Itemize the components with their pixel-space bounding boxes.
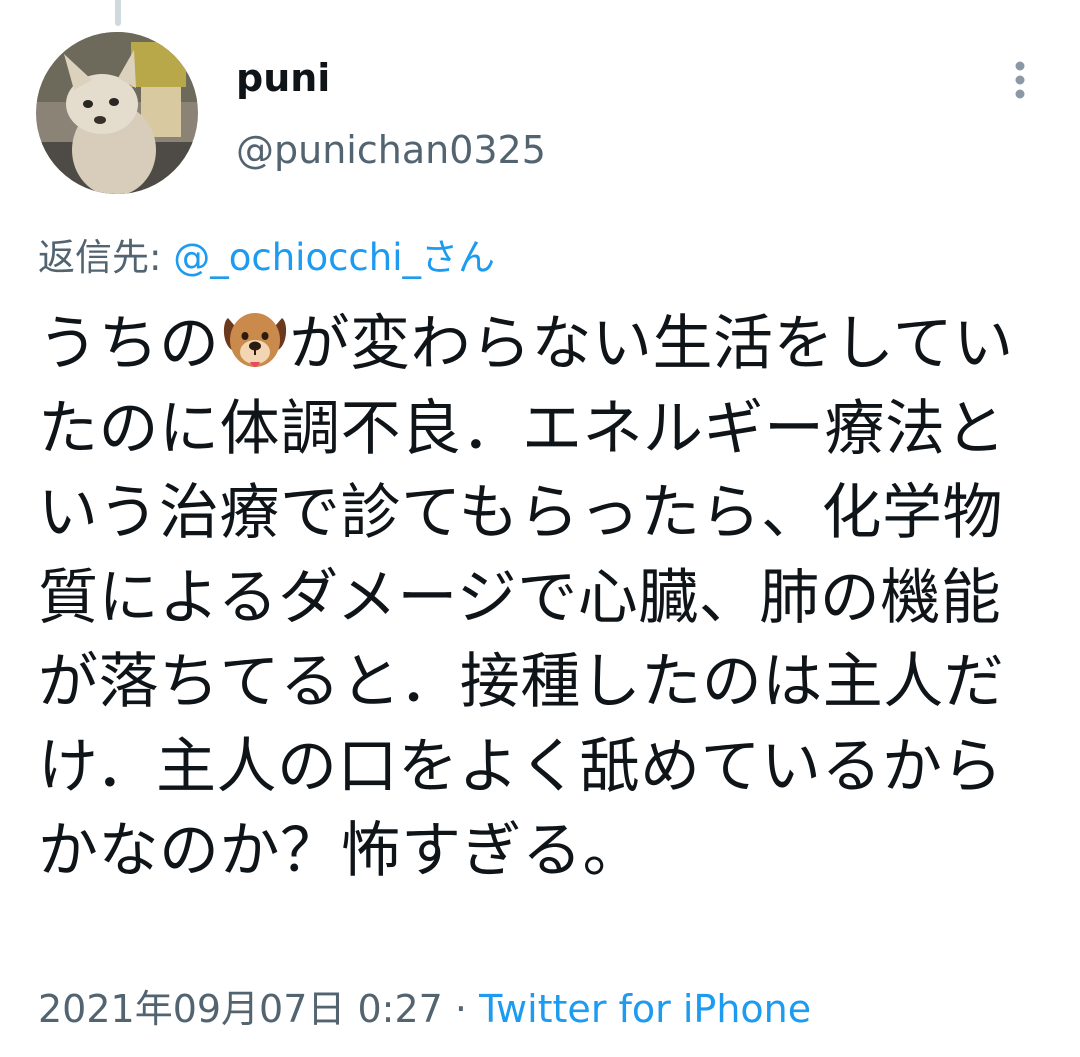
author-display-name[interactable]: puni [236,54,330,102]
reply-to-link[interactable]: @_ochiocchi_さん [173,236,495,279]
more-vertical-icon [1015,61,1025,99]
tweet-meta: 2021年09月07日 0:27 · Twitter for iPhone [38,984,811,1034]
reply-prefix: 返信先: [38,236,174,279]
reply-context: 返信先: @_ochiocchi_さん [38,234,495,282]
more-options-button[interactable] [998,52,1042,108]
dog-face-icon [220,304,290,374]
tweet-body: うちの が変わらない生活をしていたのに体調不良．エネルギー療法という治療で診ても… [38,302,1048,894]
tweet-source-link[interactable]: Twitter for iPhone [479,987,811,1031]
tweet-text-rest: が変わらない生活をしていたのに体調不良．エネルギー療法という治療で診てもらったら… [38,309,1014,886]
avatar-photo [36,32,198,194]
tweet-timestamp[interactable]: 2021年09月07日 0:27 [38,987,443,1031]
meta-separator: · [442,987,480,1031]
thread-connector-line [115,0,121,26]
tweet-text-start: うちの [38,309,220,379]
avatar[interactable] [36,32,198,194]
author-handle[interactable]: @punichan0325 [236,126,546,174]
